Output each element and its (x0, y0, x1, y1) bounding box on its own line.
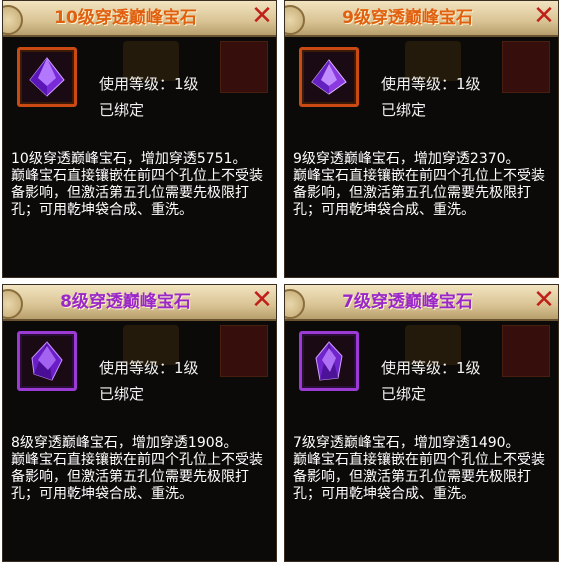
usage-description: 巅峰宝石直接镶嵌在前四个孔位上不受装备影响，但激活第五孔位需要先极限打孔；可用乾… (293, 168, 545, 218)
purple-gem-icon (315, 341, 343, 381)
stat-description: 9级穿透巅峰宝石，增加穿透2370。 (293, 151, 520, 167)
item-description: 10级穿透巅峰宝石，增加穿透5751。 巅峰宝石直接镶嵌在前四个孔位上不受装备影… (11, 151, 272, 219)
item-tooltip-level-8: 8级穿透巅峰宝石 ✕ 使用等级：1级 已绑定 8级穿透巅峰宝石，增加穿透1908… (2, 284, 277, 562)
item-tooltip-level-9: 9级穿透巅峰宝石 ✕ 使用等级：1级 已绑定 9级穿透巅峰宝石，增加穿透2370… (284, 0, 559, 278)
item-description: 7级穿透巅峰宝石，增加穿透1490。 巅峰宝石直接镶嵌在前四个孔位上不受装备影响… (293, 435, 554, 503)
item-icon-slot (17, 47, 77, 107)
usage-description: 巅峰宝石直接镶嵌在前四个孔位上不受装备影响，但激活第五孔位需要先极限打孔；可用乾… (11, 452, 263, 502)
tooltip-header: 9级穿透巅峰宝石 ✕ (285, 1, 558, 37)
item-description: 9级穿透巅峰宝石，增加穿透2370。 巅峰宝石直接镶嵌在前四个孔位上不受装备影响… (293, 151, 554, 219)
close-x-icon[interactable]: ✕ (530, 287, 558, 315)
item-title: 7级穿透巅峰宝石 (342, 292, 473, 312)
usage-description: 巅峰宝石直接镶嵌在前四个孔位上不受装备影响，但激活第五孔位需要先极限打孔；可用乾… (293, 452, 545, 502)
item-tooltip-level-7: 7级穿透巅峰宝石 ✕ 使用等级：1级 已绑定 7级穿透巅峰宝石，增加穿透1490… (284, 284, 559, 562)
use-level-label: 使用等级：1级 (381, 359, 481, 377)
tooltip-header: 10级穿透巅峰宝石 ✕ (3, 1, 276, 37)
item-tooltip-level-10: 10级穿透巅峰宝石 ✕ 使用等级：1级 已绑定 10级穿透巅峰宝石，增加穿透57… (2, 0, 277, 278)
stat-description: 7级穿透巅峰宝石，增加穿透1490。 (293, 435, 520, 451)
purple-gem-icon (31, 341, 63, 381)
tooltip-header: 8级穿透巅峰宝石 ✕ (3, 285, 276, 321)
bound-status-label: 已绑定 (381, 101, 427, 119)
purple-gem-icon (311, 59, 347, 95)
stat-description: 10级穿透巅峰宝石，增加穿透5751。 (11, 151, 247, 167)
item-icon-slot (299, 47, 359, 107)
item-icon-slot (17, 331, 77, 391)
stat-description: 8级穿透巅峰宝石，增加穿透1908。 (11, 435, 238, 451)
item-title: 9级穿透巅峰宝石 (342, 8, 473, 28)
purple-gem-icon (29, 57, 65, 97)
item-title: 10级穿透巅峰宝石 (54, 8, 197, 28)
use-level-label: 使用等级：1级 (99, 75, 199, 93)
item-icon-slot (299, 331, 359, 391)
bound-status-label: 已绑定 (99, 385, 145, 403)
usage-description: 巅峰宝石直接镶嵌在前四个孔位上不受装备影响，但激活第五孔位需要先极限打孔；可用乾… (11, 168, 263, 218)
item-title: 8级穿透巅峰宝石 (60, 292, 191, 312)
tooltip-grid: 10级穿透巅峰宝石 ✕ 使用等级：1级 已绑定 10级穿透巅峰宝石，增加穿透57… (0, 0, 563, 568)
close-x-icon[interactable]: ✕ (248, 287, 276, 315)
close-x-icon[interactable]: ✕ (248, 3, 276, 31)
item-description: 8级穿透巅峰宝石，增加穿透1908。 巅峰宝石直接镶嵌在前四个孔位上不受装备影响… (11, 435, 272, 503)
bound-status-label: 已绑定 (99, 101, 145, 119)
tooltip-header: 7级穿透巅峰宝石 ✕ (285, 285, 558, 321)
use-level-label: 使用等级：1级 (381, 75, 481, 93)
bound-status-label: 已绑定 (381, 385, 427, 403)
close-x-icon[interactable]: ✕ (530, 3, 558, 31)
use-level-label: 使用等级：1级 (99, 359, 199, 377)
